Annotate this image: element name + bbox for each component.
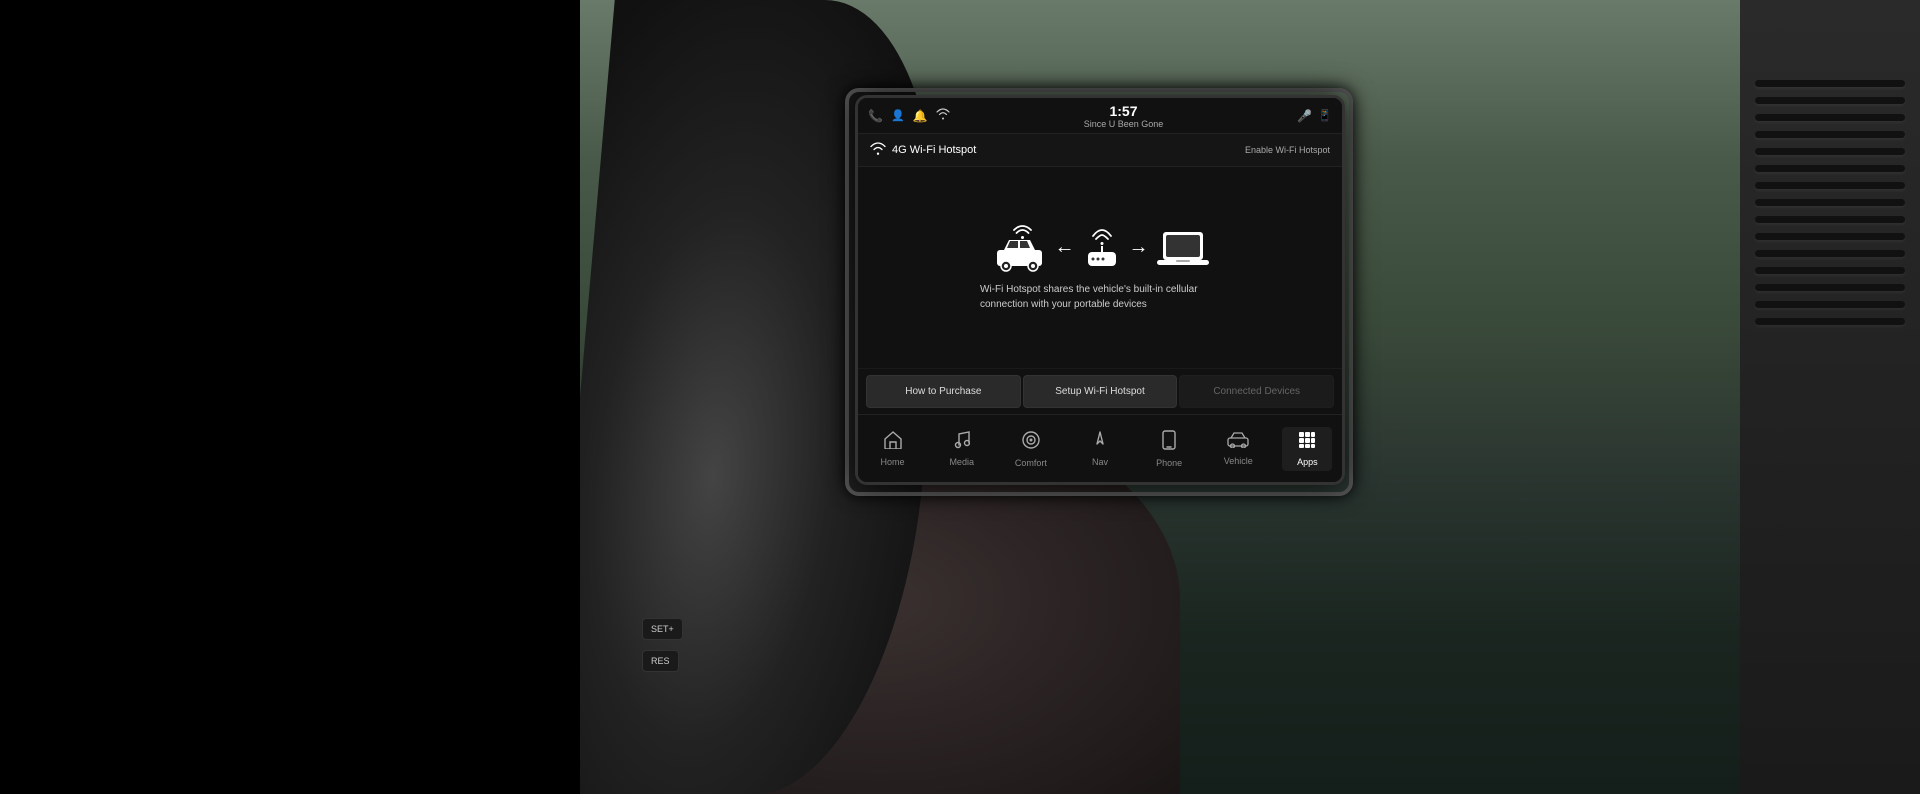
arrow-right-icon: → — [1129, 236, 1149, 259]
router-icon — [1083, 224, 1121, 272]
status-icons-right: 🎤 📱 — [1297, 109, 1332, 123]
nav-item-phone[interactable]: Phone — [1144, 426, 1194, 472]
vehicle-icon — [1227, 432, 1249, 453]
vent-bar — [1755, 182, 1905, 189]
nav-item-nav[interactable]: Nav — [1075, 427, 1125, 471]
header-bar: 4G Wi-Fi Hotspot Enable Wi-Fi Hotspot — [858, 134, 1342, 167]
laptop-icon — [1157, 224, 1209, 272]
vent-bar — [1755, 80, 1905, 87]
microphone-icon: 🎤 — [1297, 109, 1312, 123]
vent-bar — [1755, 97, 1905, 104]
illustration-area: ← — [858, 167, 1342, 368]
vent-bar — [1755, 114, 1905, 121]
action-buttons: How to Purchase Setup Wi-Fi Hotspot Conn… — [858, 368, 1342, 414]
car-icon — [992, 224, 1047, 272]
nav-label-media: Media — [949, 457, 974, 467]
music-icon — [954, 431, 970, 454]
status-icons-left: 📞 👤 🔔 — [868, 108, 950, 123]
hotspot-description: Wi-Fi Hotspot shares the vehicle's built… — [980, 282, 1220, 312]
nav-item-comfort[interactable]: Comfort — [1006, 426, 1056, 472]
nav-icon — [1091, 431, 1109, 454]
res-button[interactable]: RES — [642, 650, 679, 672]
phone-nav-icon — [1162, 430, 1176, 455]
nav-label-home: Home — [881, 457, 905, 467]
vent-bar — [1755, 199, 1905, 206]
nav-label-apps: Apps — [1297, 457, 1318, 467]
infotainment-screen: 📞 👤 🔔 1:57 Si — [855, 95, 1345, 485]
vent-bar — [1755, 318, 1905, 325]
physical-controls: SET+ RES — [640, 616, 685, 674]
current-time: 1:57 — [1109, 103, 1137, 119]
left-panel — [0, 0, 580, 794]
screen-content: 4G Wi-Fi Hotspot Enable Wi-Fi Hotspot — [858, 134, 1342, 482]
vent-bar — [1755, 250, 1905, 257]
bell-icon: 🔔 — [913, 109, 928, 123]
screen-bezel: 📞 👤 🔔 1:57 Si — [855, 95, 1345, 485]
comfort-icon — [1021, 430, 1041, 455]
enable-wifi-button[interactable]: Enable Wi-Fi Hotspot — [1245, 145, 1330, 155]
status-bar: 📞 👤 🔔 1:57 Si — [858, 98, 1342, 134]
vent-bar — [1755, 301, 1905, 308]
nav-item-media[interactable]: Media — [937, 427, 987, 471]
wifi-header-icon — [870, 142, 886, 158]
nav-item-apps[interactable]: Apps — [1282, 427, 1332, 471]
scene: 📞 👤 🔔 1:57 Si — [0, 0, 1920, 794]
nav-label-nav: Nav — [1092, 457, 1108, 467]
phone-right-icon: 📱 — [1318, 109, 1332, 122]
apps-icon — [1298, 431, 1316, 454]
vent-bar — [1755, 267, 1905, 274]
vent-bar — [1755, 148, 1905, 155]
hotspot-diagram: ← — [992, 224, 1209, 272]
wifi-status-icon — [936, 108, 950, 123]
connected-devices-button[interactable]: Connected Devices — [1179, 375, 1334, 408]
nav-label-comfort: Comfort — [1015, 458, 1047, 468]
setup-wifi-button[interactable]: Setup Wi-Fi Hotspot — [1023, 375, 1178, 408]
right-vents-panel — [1740, 0, 1920, 794]
vent-bar — [1755, 284, 1905, 291]
arrow-left-icon: ← — [1055, 236, 1075, 259]
nav-item-home[interactable]: Home — [868, 427, 918, 471]
vent-bar — [1755, 233, 1905, 240]
status-center: 1:57 Since U Been Gone — [1084, 103, 1164, 129]
how-to-purchase-button[interactable]: How to Purchase — [866, 375, 1021, 408]
nav-item-vehicle[interactable]: Vehicle — [1213, 428, 1263, 470]
current-song: Since U Been Gone — [1084, 119, 1164, 129]
vent-bar — [1755, 165, 1905, 172]
phone-icon: 📞 — [868, 109, 883, 123]
set-plus-button[interactable]: SET+ — [642, 618, 683, 640]
person-icon: 👤 — [891, 109, 905, 122]
nav-label-vehicle: Vehicle — [1224, 456, 1253, 466]
vent-bar — [1755, 131, 1905, 138]
nav-bar: Home Media — [858, 414, 1342, 482]
header-left: 4G Wi-Fi Hotspot — [870, 142, 976, 158]
home-icon — [884, 431, 902, 454]
vent-group — [1755, 80, 1905, 325]
header-title: 4G Wi-Fi Hotspot — [892, 144, 976, 156]
vent-bar — [1755, 216, 1905, 223]
nav-label-phone: Phone — [1156, 458, 1182, 468]
